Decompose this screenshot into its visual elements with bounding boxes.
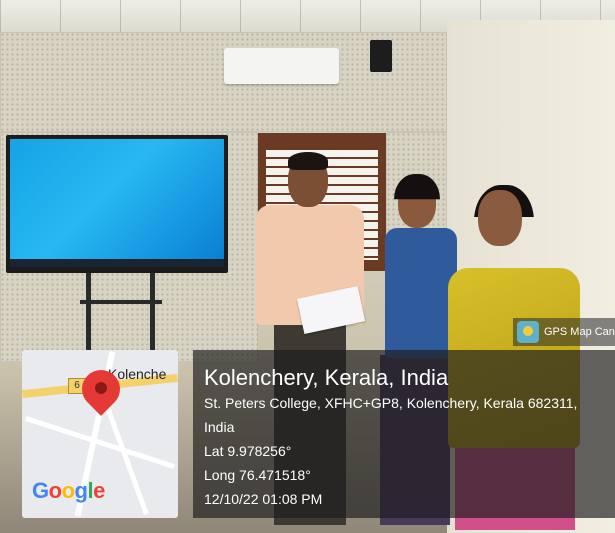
pin-center xyxy=(95,382,107,394)
display-stand-right xyxy=(150,273,155,353)
display-taskbar xyxy=(10,259,224,267)
longitude-text: Long 76.471518° xyxy=(204,467,311,483)
watermark-label: GPS Map Can xyxy=(544,326,615,338)
mini-map: 6 Kolenche Google xyxy=(22,350,178,518)
latitude-text: Lat 9.978256° xyxy=(204,443,292,459)
woman-head xyxy=(478,190,522,246)
girl-jacket xyxy=(385,228,457,358)
display-screen xyxy=(10,139,224,259)
location-title: Kolenchery, Kerala, India xyxy=(204,365,449,390)
man-hair xyxy=(288,152,328,170)
datetime-text: 12/10/22 01:08 PM xyxy=(204,491,323,507)
address-line-2: India xyxy=(204,419,235,435)
google-logo: Google xyxy=(32,478,105,503)
display-stand-bar xyxy=(80,300,162,304)
wall-speaker xyxy=(370,40,392,72)
address-line-1: St. Peters College, XFHC+GP8, Kolenchery… xyxy=(204,395,578,411)
air-conditioner xyxy=(224,48,339,84)
camera-lens-dot xyxy=(523,326,533,336)
display-stand-left xyxy=(86,273,91,353)
